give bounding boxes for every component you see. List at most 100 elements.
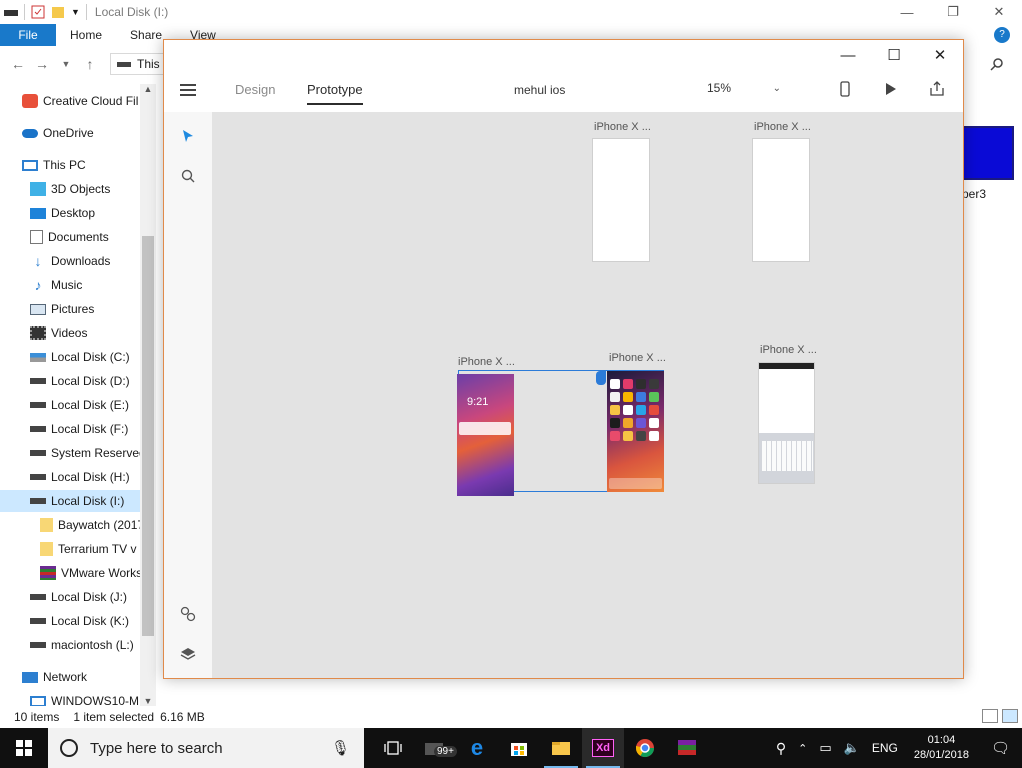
network-status-icon[interactable]: ▭ (813, 740, 837, 756)
scroll-up-icon[interactable]: ▲ (140, 84, 156, 94)
chevron-down-icon[interactable]: ▼ (71, 7, 80, 17)
sidebar-item-onedrive[interactable]: OneDrive (22, 122, 156, 144)
play-icon[interactable] (881, 79, 901, 99)
wire-handle[interactable] (596, 371, 606, 385)
artboard-label[interactable]: iPhone X ... (594, 121, 651, 133)
sidebar-item-local-disk-e[interactable]: Local Disk (E:) (30, 394, 156, 416)
forward-arrow-icon[interactable]: → (30, 56, 54, 72)
chrome-icon[interactable] (624, 728, 666, 768)
sidebar-item-label: Local Disk (E:) (51, 398, 130, 412)
maximize-button[interactable]: ❐ (930, 0, 976, 24)
mail-app-icon[interactable]: 99+ (414, 728, 457, 768)
sidebar-item-local-disk-f[interactable]: Local Disk (F:) (30, 418, 156, 440)
artboard-label[interactable]: iPhone X ... (754, 121, 811, 133)
language-indicator[interactable]: ENG (866, 741, 904, 755)
recent-locations-icon[interactable]: ▼ (54, 59, 78, 69)
canvas[interactable]: iPhone X ... iPhone X ... iPhone X ... 9… (212, 112, 963, 678)
zoom-select[interactable]: 15% ⌄ (707, 78, 781, 98)
volume-icon[interactable]: 🔈 (838, 740, 866, 756)
sidebar-item-maciontosh[interactable]: maciontosh (L:) (30, 634, 156, 656)
sidebar-item-windows10[interactable]: WINDOWS10-M (30, 690, 156, 706)
back-arrow-icon[interactable]: ← (6, 56, 30, 72)
sidebar-item-downloads[interactable]: ↓ Downloads (30, 250, 156, 272)
new-folder-icon[interactable] (51, 5, 65, 19)
adobe-xd-icon[interactable]: Xd (582, 728, 624, 768)
zoom-tool-icon[interactable] (178, 166, 198, 186)
artboard-label[interactable]: iPhone X ... (609, 352, 666, 364)
select-tool-icon[interactable] (178, 126, 198, 146)
sidebar-item-terrarium[interactable]: Terrarium TV v (40, 538, 156, 560)
sidebar-item-local-disk-c[interactable]: Local Disk (C:) (30, 346, 156, 368)
artboard-iphone-x-2[interactable] (752, 138, 810, 262)
sidebar-item-this-pc[interactable]: This PC (22, 154, 156, 176)
people-icon[interactable]: ⚲ (770, 740, 792, 757)
sidebar-item-network[interactable]: Network (22, 666, 156, 688)
sidebar-item-local-disk-d[interactable]: Local Disk (D:) (30, 370, 156, 392)
sidebar-item-music[interactable]: ♪ Music (30, 274, 156, 296)
file-explorer-icon[interactable] (540, 728, 582, 768)
tab-home[interactable]: Home (56, 24, 116, 46)
action-center-icon[interactable]: 🗨 (979, 739, 1022, 757)
device-preview-icon[interactable] (835, 79, 855, 99)
artboard-lockscreen[interactable]: 9:21 (457, 374, 514, 496)
nav-scrollbar[interactable]: ▲ ▼ (140, 84, 156, 706)
system-tray: ⚲ ⌃ ▭ 🔈 ENG 01:04 28/01/2018 🗨 (770, 728, 1022, 768)
sidebar-item-videos[interactable]: Videos (30, 322, 156, 344)
edge-browser-icon[interactable]: e (456, 728, 498, 768)
sidebar-item-label: System Reserved (51, 446, 146, 460)
taskbar-search[interactable]: Type here to search 🎙 (48, 728, 364, 768)
start-button[interactable] (0, 728, 48, 768)
sidebar-item-baywatch[interactable]: Baywatch (2017 (40, 514, 156, 536)
tab-design[interactable]: Design (235, 82, 275, 97)
sidebar-item-system-reserved[interactable]: System Reserved (30, 442, 156, 464)
window-controls: — ☐ ✕ (825, 40, 963, 70)
artboard-label[interactable]: iPhone X ... (458, 356, 515, 368)
show-hidden-icons-icon[interactable]: ⌃ (792, 742, 813, 755)
file-thumbnail[interactable] (962, 126, 1014, 180)
artboard-keyboard[interactable] (758, 362, 815, 484)
winrar-icon[interactable] (666, 728, 708, 768)
sidebar-item-documents[interactable]: Documents (30, 226, 156, 248)
large-icons-view-icon[interactable] (1002, 709, 1018, 723)
artboard-iphone-x-1[interactable] (592, 138, 650, 262)
hamburger-menu-icon[interactable] (180, 84, 196, 96)
symbols-icon[interactable] (178, 604, 198, 624)
microphone-icon[interactable]: 🎙 (331, 739, 350, 757)
sidebar-item-local-disk-k[interactable]: Local Disk (K:) (30, 610, 156, 632)
sidebar-item-creative-cloud[interactable]: Creative Cloud Fil (22, 90, 156, 112)
scroll-down-icon[interactable]: ▼ (140, 696, 156, 706)
share-icon[interactable] (927, 79, 947, 99)
close-button[interactable]: ✕ (976, 0, 1022, 24)
sidebar-item-local-disk-j[interactable]: Local Disk (J:) (30, 586, 156, 608)
clock[interactable]: 01:04 28/01/2018 (904, 733, 979, 763)
minimize-button[interactable]: — (884, 0, 930, 24)
sidebar-item-label: Pictures (51, 302, 95, 316)
sidebar-item-vmware[interactable]: VMware Works (40, 562, 156, 584)
task-view-icon[interactable] (372, 728, 414, 768)
sidebar-item-desktop[interactable]: Desktop (30, 202, 156, 224)
file-label[interactable]: per3 (962, 187, 986, 201)
tab-file[interactable]: File (0, 24, 56, 46)
up-arrow-icon[interactable]: ↑ (78, 56, 102, 72)
store-icon[interactable] (498, 728, 540, 768)
dock (609, 478, 662, 489)
app-icon (623, 392, 633, 402)
maximize-button[interactable]: ☐ (871, 40, 917, 70)
minimize-button[interactable]: — (825, 40, 871, 70)
layers-icon[interactable] (178, 644, 198, 664)
help-icon[interactable]: ? (994, 27, 1010, 43)
sidebar-item-label: VMware Works (61, 566, 143, 580)
sidebar-item-3d-objects[interactable]: 3D Objects (30, 178, 156, 200)
sidebar-item-pictures[interactable]: Pictures (30, 298, 156, 320)
close-button[interactable]: ✕ (917, 40, 963, 70)
sidebar-item-local-disk-i[interactable]: Local Disk (I:) (0, 490, 140, 512)
artboard-home-screen[interactable] (607, 371, 664, 492)
search-icon[interactable] (982, 53, 1012, 75)
sidebar-item-local-disk-h[interactable]: Local Disk (H:) (30, 466, 156, 488)
properties-icon[interactable] (31, 5, 45, 19)
details-view-icon[interactable] (982, 709, 998, 723)
artboard-label[interactable]: iPhone X ... (760, 344, 817, 356)
tab-prototype[interactable]: Prototype (307, 82, 363, 105)
app-icon (649, 379, 659, 389)
scrollbar-thumb[interactable] (142, 236, 154, 636)
